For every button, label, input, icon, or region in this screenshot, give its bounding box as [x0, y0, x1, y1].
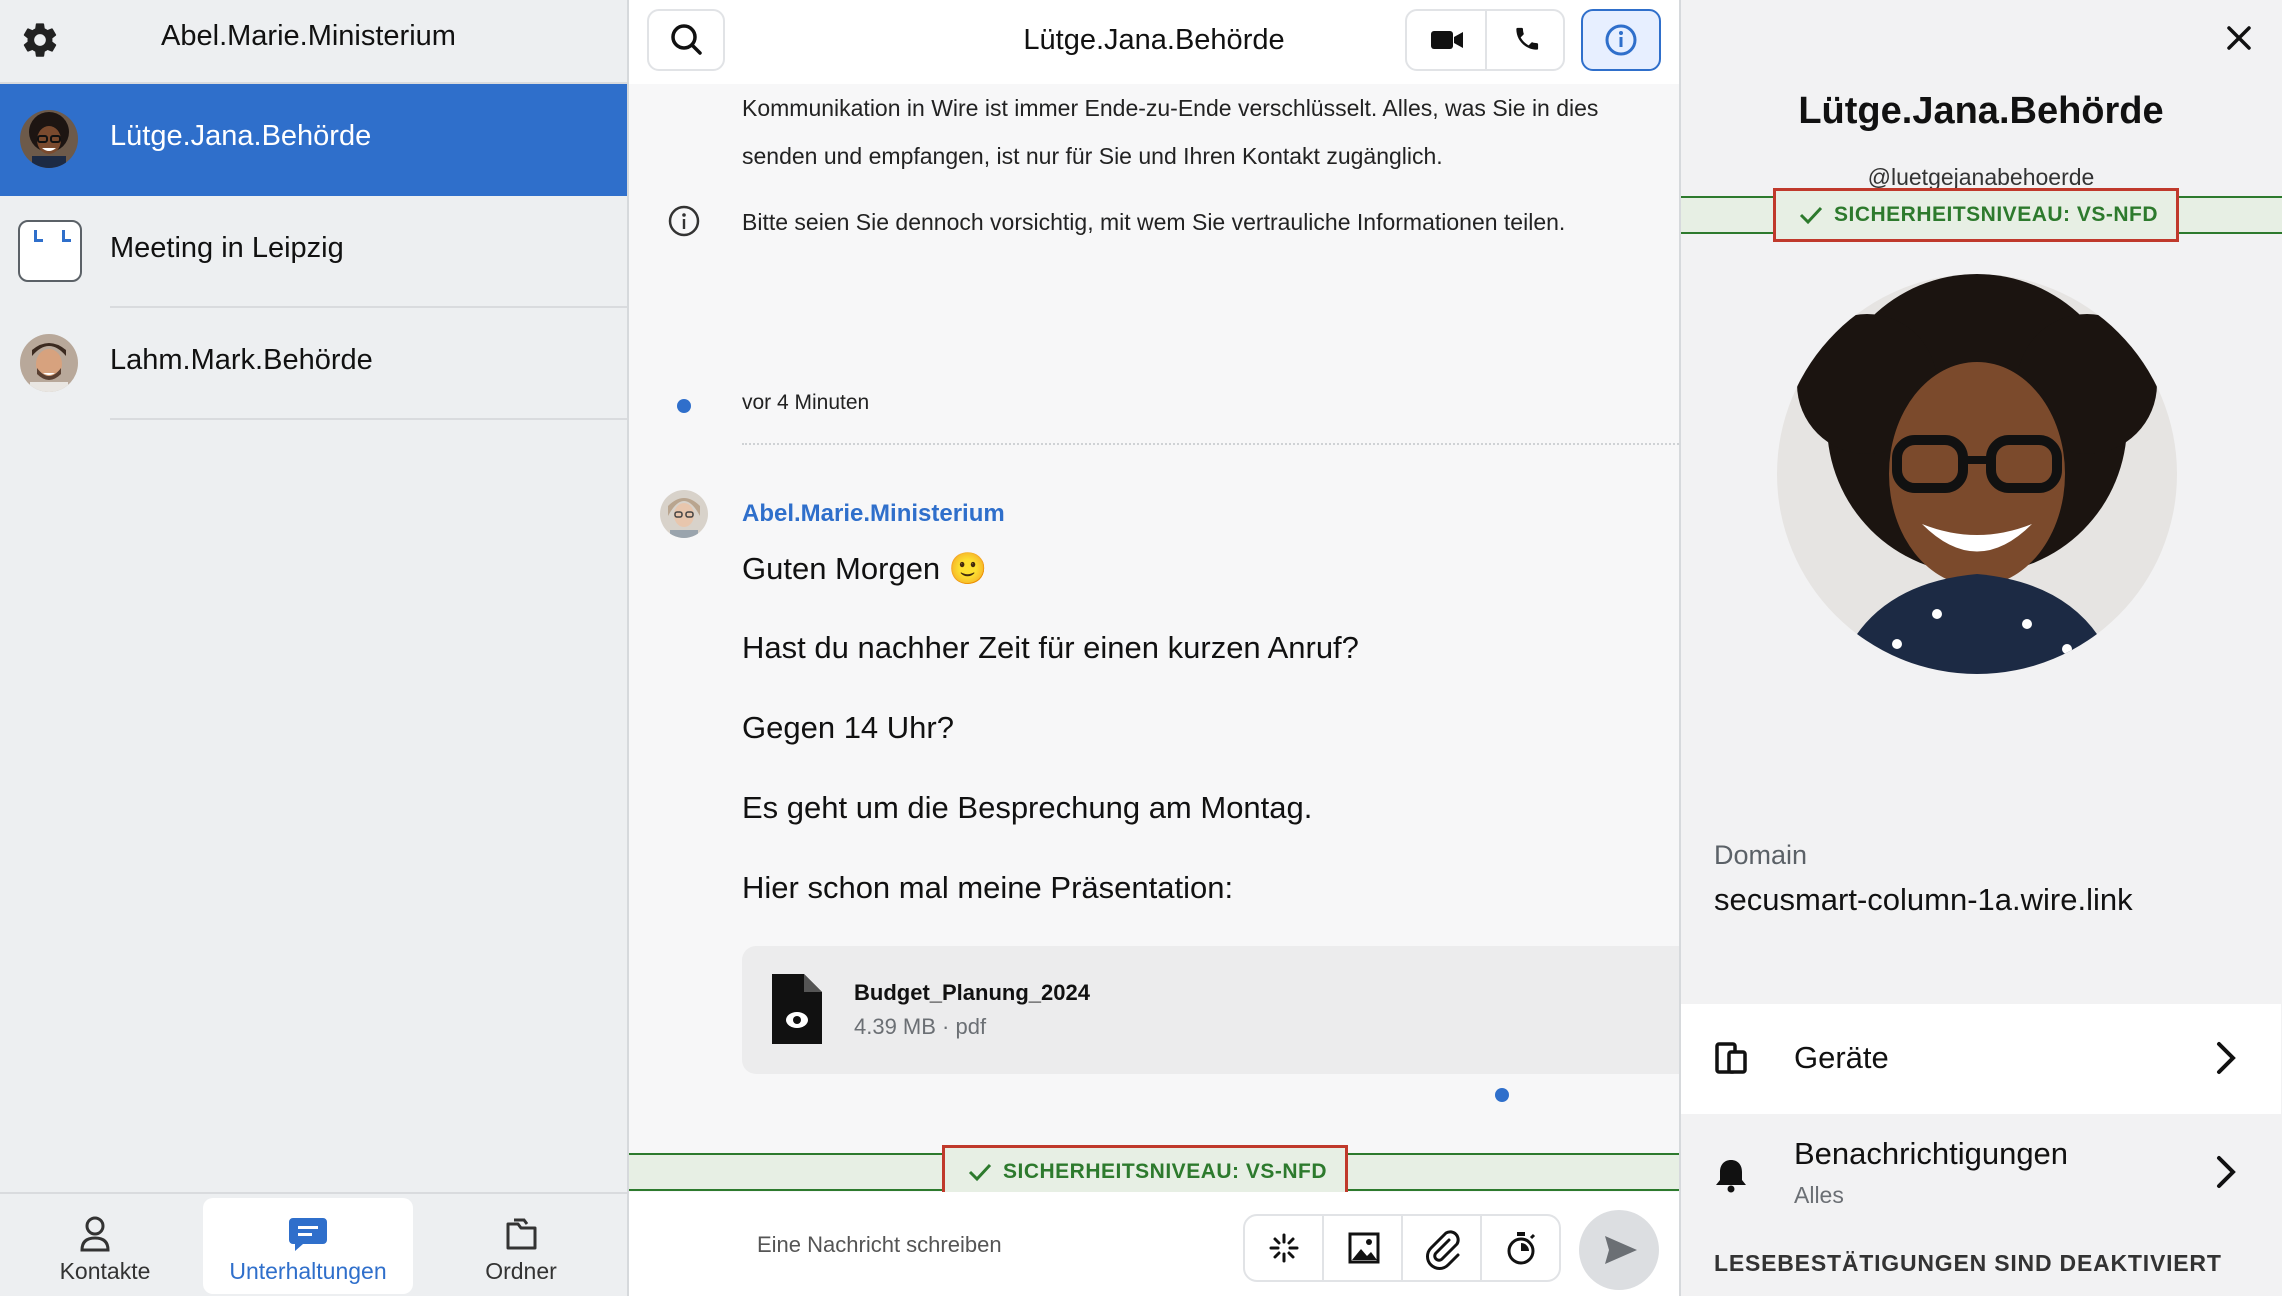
message-input[interactable]: Eine Nachricht schreiben [757, 1232, 1002, 1258]
bell-icon [1716, 1160, 1746, 1193]
nav-label: Kontakte [59, 1258, 151, 1284]
composer-tools [1243, 1214, 1561, 1282]
pdf-file-icon [772, 974, 822, 1044]
checkmark-icon [968, 1163, 992, 1182]
conversation-header: Lütge.Jana.Behörde [629, 0, 1679, 84]
message-list: Kommunikation in Wire ist immer Ende-zu-… [629, 84, 1679, 1154]
message-text: Hast du nachher Zeit für einen kurzen An… [742, 630, 1359, 665]
user-details-panel: Lütge.Jana.Behörde @luetgejanabehoerde S… [1679, 0, 2282, 1296]
conversation-name: Lahm.Mark.Behörde [110, 344, 373, 376]
conversation-name: Lütge.Jana.Behörde [110, 120, 372, 152]
group-conversation-icon [18, 220, 82, 282]
ping-button[interactable] [1245, 1216, 1324, 1280]
message-composer: Eine Nachricht schreiben [629, 1192, 1679, 1296]
video-call-icon[interactable] [1407, 11, 1485, 69]
message-text: Es geht um die Besprechung am Montag. [742, 790, 1313, 825]
file-name: Budget_Planung_2024 [854, 980, 1090, 1005]
phone-icon[interactable] [1487, 11, 1565, 69]
timed-message-button[interactable] [1482, 1216, 1561, 1280]
image-upload-button[interactable] [1324, 1216, 1403, 1280]
message-text: Gegen 14 Uhr? [742, 710, 954, 745]
contacts-icon [80, 1216, 110, 1252]
folder-icon [506, 1218, 537, 1250]
nav-contacts[interactable]: Kontakte [0, 1198, 210, 1294]
conversation-list-sidebar: Abel.Marie.Ministerium Lütge.Jana.Behörd… [0, 0, 629, 1296]
info-icon [1605, 24, 1637, 56]
caution-notice: Bitte seien Sie dennoch vorsichtig, mit … [742, 209, 1566, 235]
nav-conversations[interactable]: Unterhaltungen [203, 1198, 413, 1294]
avatar[interactable] [660, 490, 708, 538]
message-timestamp: vor 4 Minuten [742, 391, 870, 414]
gear-icon[interactable] [20, 20, 60, 60]
notifications-value: Alles [1794, 1182, 1844, 1208]
message-text: Hier schon mal meine Präsentation: [742, 870, 1234, 905]
call-button-group [1405, 9, 1565, 71]
security-level-label: SICHERHEITSNIVEAU: VS-NFD [1003, 1160, 1328, 1183]
avatar [20, 334, 78, 392]
domain-label: Domain [1714, 840, 1808, 870]
devices-row[interactable]: Geräte [1681, 1004, 2281, 1114]
bottom-navigation: Kontakte Unterhaltungen Ordner [0, 1192, 627, 1296]
ping-icon [1269, 1233, 1299, 1263]
nav-label: Unterhaltungen [229, 1258, 387, 1284]
message-text: Guten Morgen 🙂 [742, 551, 988, 586]
sidebar-title: Abel.Marie.Ministerium [161, 20, 456, 52]
attach-file-button[interactable] [1403, 1216, 1482, 1280]
send-button[interactable] [1579, 1210, 1659, 1290]
sidebar-header: Abel.Marie.Ministerium [0, 0, 627, 84]
nav-label: Ordner [485, 1258, 557, 1284]
notifications-label: Benachrichtigungen [1794, 1136, 2069, 1171]
chevron-right-icon [2217, 1156, 2236, 1188]
paperclip-icon [1426, 1230, 1460, 1270]
user-handle: @luetgejanabehoerde [1867, 164, 2095, 190]
divider [110, 418, 627, 420]
conversation-view: Lütge.Jana.Behörde Kommunikation in Wire… [629, 0, 1679, 1296]
conversation-name: Meeting in Leipzig [110, 232, 344, 264]
conversation-info-button[interactable] [1581, 9, 1661, 71]
nav-folders[interactable]: Ordner [416, 1198, 626, 1294]
close-icon[interactable] [2219, 18, 2259, 58]
read-receipts-label: LESEBESTÄTIGUNGEN SIND DEAKTIVIERT [1714, 1250, 2222, 1276]
conversations-icon [289, 1218, 327, 1251]
conversation-item-luetge[interactable]: Lütge.Jana.Behörde [0, 84, 627, 196]
notifications-row[interactable]: Benachrichtigungen Alles [1681, 1116, 2281, 1228]
user-name: Lütge.Jana.Behörde [1798, 90, 2164, 132]
read-indicator [1495, 1088, 1509, 1102]
send-icon [1605, 1236, 1637, 1264]
conversation-item-meeting[interactable]: Meeting in Leipzig [0, 196, 627, 308]
security-level-badge: SICHERHEITSNIVEAU: VS-NFD [1773, 188, 2180, 242]
chevron-right-icon [2217, 1042, 2236, 1074]
file-attachment[interactable]: Budget_Planung_2024 4.39 MB · pdf [742, 946, 1679, 1074]
domain-value: secusmart-column-1a.wire.link [1714, 882, 2133, 917]
image-icon [1348, 1232, 1380, 1264]
timer-icon [1507, 1232, 1536, 1265]
file-meta: 4.39 MB · pdf [854, 1014, 987, 1039]
info-circle-icon [668, 205, 700, 237]
conversation-item-lahm[interactable]: Lahm.Mark.Behörde [0, 308, 627, 420]
divider [742, 443, 1679, 445]
user-avatar [1777, 274, 2177, 674]
sender-name[interactable]: Abel.Marie.Ministerium [742, 500, 1005, 528]
avatar [20, 110, 78, 168]
unread-marker [677, 399, 691, 413]
checkmark-icon [1799, 206, 1823, 225]
security-level-label: SICHERHEITSNIVEAU: VS-NFD [1834, 203, 2159, 226]
encryption-notice: Kommunikation in Wire ist immer Ende-zu-… [742, 95, 1599, 121]
devices-label: Geräte [1794, 1040, 1889, 1075]
security-level-badge: SICHERHEITSNIVEAU: VS-NFD [942, 1145, 1349, 1199]
encryption-notice: senden und empfangen, ist nur für Sie un… [742, 143, 1443, 169]
devices-icon [1715, 1042, 1747, 1074]
